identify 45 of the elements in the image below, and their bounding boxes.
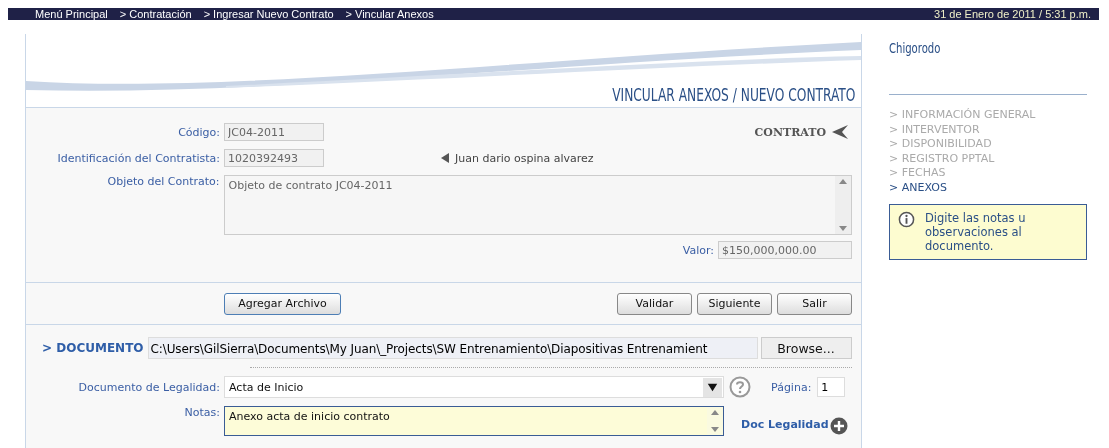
scroll-down-icon[interactable] xyxy=(839,226,847,231)
scroll-up-icon[interactable] xyxy=(839,179,847,184)
action-button[interactable]: Siguiente xyxy=(697,292,772,315)
doc-legality-link[interactable]: Doc Legalidad xyxy=(741,418,829,431)
action-button[interactable]: Salir xyxy=(777,292,852,315)
section-tag: CONTRATO xyxy=(754,125,826,139)
page-title: VINCULAR ANEXOS / NUEVO CONTRATO xyxy=(612,85,857,107)
action-button[interactable]: Validar xyxy=(617,292,692,315)
date-time: 31 de Enero de 2011 / 5:31 p.m. xyxy=(934,8,1091,20)
legal-document-dropdown[interactable]: Acta de Inicio xyxy=(224,376,724,398)
document-label: > DOCUMENTO xyxy=(42,341,144,355)
arrow-left-icon xyxy=(832,125,848,139)
file-path-field[interactable]: C:\Users\GilSierra\Documents\My Juan\_Projects\SW Entrenamiento\Diapositivas Entrenamient xyxy=(147,337,758,359)
info-text: Digite las notas u observaciones al documento. xyxy=(925,211,1027,253)
breadcrumb-link[interactable]: > Ingresar Nuevo Contrato xyxy=(203,8,334,20)
field-label: Valor: xyxy=(682,243,714,257)
add-file-button[interactable]: Agregar Archivo xyxy=(224,292,341,315)
field-label: Código: xyxy=(177,125,221,139)
scrollbar[interactable] xyxy=(707,407,723,435)
contract-object-field[interactable]: Objeto de contrato JC04-2011 xyxy=(223,175,852,235)
contractor-name: Juan dario ospina alvarez xyxy=(455,151,594,165)
field-label: Objeto del Contrato: xyxy=(106,175,221,188)
municipality-title: Chigorodo xyxy=(889,40,942,58)
field-label: Notas: xyxy=(183,406,221,419)
contractor-id-field[interactable]: 1020392493 xyxy=(224,149,324,167)
add-icon[interactable] xyxy=(829,417,848,435)
scroll-down-icon[interactable] xyxy=(711,427,719,432)
help-icon[interactable] xyxy=(729,376,751,398)
scroll-up-icon[interactable] xyxy=(711,410,719,415)
nav-link[interactable]: > ANEXOS xyxy=(889,180,1087,195)
breadcrumb-link[interactable]: Menú Principal xyxy=(35,8,108,20)
value-field[interactable]: $150,000,000.00 xyxy=(718,241,852,259)
info-icon xyxy=(898,211,915,228)
breadcrumb-link[interactable]: > Contratación xyxy=(119,8,192,20)
code-field[interactable]: JC04-2011 xyxy=(224,123,324,141)
notes-field[interactable]: Anexo acta de inicio contrato xyxy=(224,406,724,436)
field-label: Página: xyxy=(771,380,812,394)
page-field[interactable]: 1 xyxy=(817,377,846,397)
field-label: Identificación del Contratista: xyxy=(56,151,221,165)
browse-button[interactable]: Browse... xyxy=(760,337,852,359)
caret-icon xyxy=(703,377,722,397)
triangle-left-icon xyxy=(441,153,449,163)
field-label: Documento de Legalidad: xyxy=(77,380,221,394)
breadcrumb-link[interactable]: > Vincular Anexos xyxy=(345,8,434,20)
scrollbar[interactable] xyxy=(835,176,851,234)
